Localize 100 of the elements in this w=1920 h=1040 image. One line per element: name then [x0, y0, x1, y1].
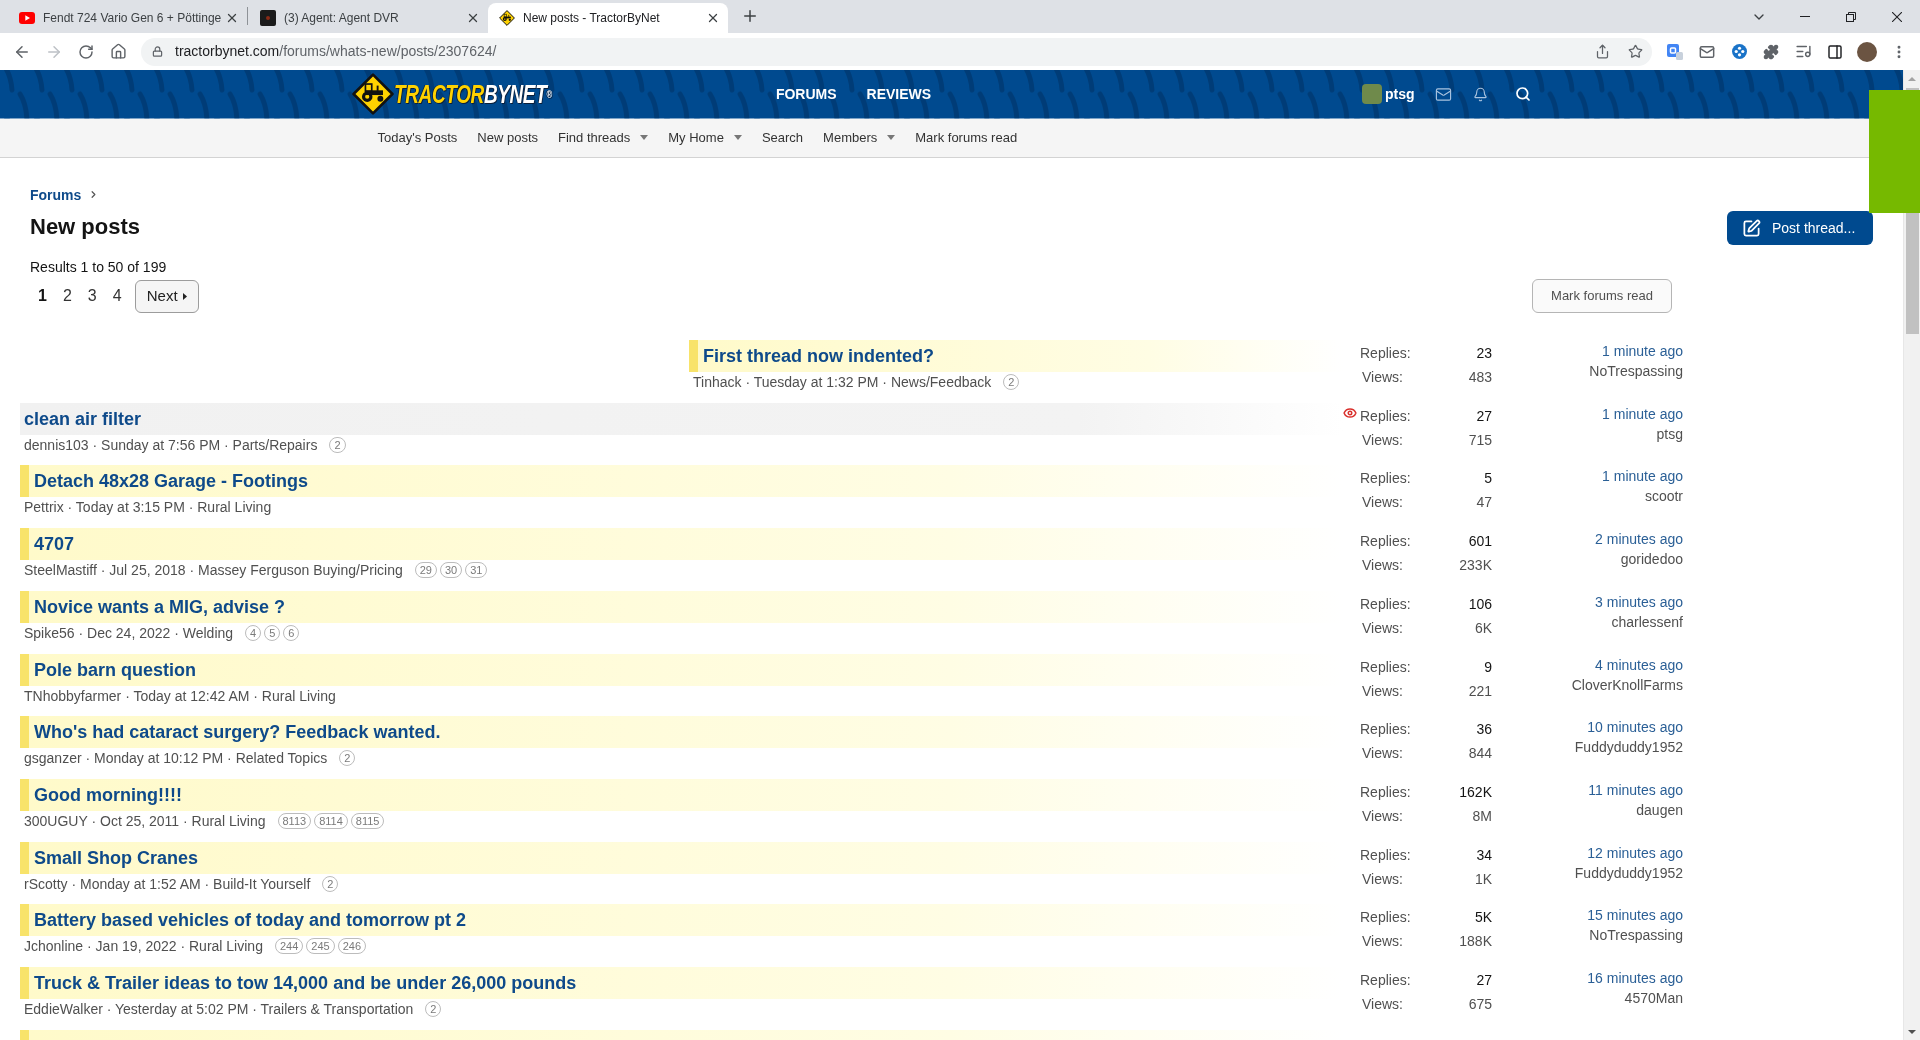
stat-value: 8M — [1472, 807, 1492, 826]
nav-link[interactable]: FORUMS — [760, 83, 852, 105]
page-link[interactable]: 1 — [30, 284, 55, 308]
stat-label: Views: — [1362, 430, 1403, 449]
thread-title-link[interactable]: Battery based vehicles of today and tomorrow pt 2 — [34, 909, 467, 932]
bell-icon[interactable] — [1472, 86, 1488, 102]
breadcrumb-link[interactable]: Forums — [30, 185, 82, 204]
page-link[interactable]: 4 — [104, 284, 130, 308]
last-post-time-link[interactable]: 4 minutes ago — [1595, 655, 1683, 674]
nav-link[interactable]: REVIEWS — [851, 83, 947, 105]
last-poster-link[interactable]: 4570Man — [1624, 989, 1683, 1008]
home-icon — [109, 43, 127, 60]
last-post-time-link[interactable]: 1 minute ago — [1602, 342, 1683, 360]
last-post-time-link[interactable]: 12 minutes ago — [1587, 843, 1683, 862]
nav-link[interactable]: Search — [751, 128, 814, 148]
stat-label: Replies: — [1360, 845, 1411, 864]
last-poster-link[interactable]: NoTrespassing — [1589, 362, 1683, 380]
thread-meta: TNhobbyfarmer · Today at 12:42 AM · Rural Living — [24, 686, 336, 705]
thread-meta: EddieWalker · Yesterday at 5:02 PM · Trailers & Transportation — [24, 1000, 414, 1019]
stat-label: Replies: — [1360, 783, 1411, 802]
last-poster-link[interactable]: ptsg — [1656, 424, 1683, 443]
last-poster-link[interactable]: daugen — [1636, 801, 1683, 820]
next-page-button[interactable]: Next — [134, 279, 199, 313]
thread-title-link[interactable]: Pole barn question — [34, 658, 197, 681]
restore-icon — [1846, 11, 1856, 22]
browser-tab[interactable]: Fendt 724 Vario Gen 6 + Pöttinge — [7, 3, 247, 33]
last-post-time-link[interactable]: 16 minutes ago — [1587, 969, 1683, 988]
last-post-time-link[interactable]: 3 minutes ago — [1595, 592, 1683, 611]
stat-label: Replies: — [1360, 406, 1411, 425]
stat-value: 5 — [1484, 469, 1492, 488]
last-post-time-link[interactable]: 10 minutes ago — [1587, 718, 1683, 737]
post-thread-button[interactable]: Post thread... — [1727, 211, 1873, 245]
address-bar[interactable]: tractorbynet.com/forums/whats-new/posts/2307624/ — [141, 37, 1652, 66]
tractor-sign-icon — [499, 10, 515, 26]
close-icon[interactable] — [466, 11, 480, 25]
thread-title-link[interactable]: Truck & Trailer ideas to tow 14,000 and be under 26,000 pounds — [34, 972, 577, 995]
last-poster-link[interactable]: CloverKnollFarms — [1571, 675, 1683, 694]
reload-icon — [78, 43, 94, 60]
share-icon — [1594, 44, 1610, 59]
last-poster-link[interactable]: Fuddyduddy1952 — [1574, 863, 1683, 882]
edit-icon — [1742, 218, 1761, 238]
last-post-time-link[interactable]: 11 minutes ago — [1588, 781, 1683, 800]
stat-value: 221 — [1468, 681, 1492, 700]
mail-icon[interactable] — [1434, 85, 1452, 103]
thread-meta: SteelMastiff · Jul 25, 2018 · Massey Ferguson Buying/Pricing — [24, 561, 403, 580]
nav-link[interactable]: My Home — [658, 128, 752, 148]
thread-title-link[interactable]: First thread now indented? — [703, 345, 934, 367]
down-arrow-icon[interactable] — [1908, 1030, 1916, 1034]
last-post-time-link[interactable]: 1 minute ago — [1602, 467, 1683, 486]
stat-label: Replies: — [1360, 908, 1411, 927]
stat-label: Views: — [1362, 995, 1403, 1014]
logo-text: TRACTORBYNET$^{®}$ — [393, 80, 552, 109]
nav-link[interactable]: Mark forums read — [905, 128, 1028, 148]
browser-tab[interactable]: (3) Agent: Agent DVR — [248, 3, 488, 33]
plus-icon — [741, 7, 759, 25]
last-poster-link[interactable]: charlessenf — [1611, 612, 1683, 631]
thread-title-link[interactable]: 4707 — [34, 533, 75, 556]
results-count: Results 1 to 50 of 199 — [30, 257, 167, 276]
browser-tab[interactable]: New posts - TractorByNet — [488, 3, 728, 33]
nav-link[interactable]: Find threads — [548, 128, 659, 148]
thread-title-link[interactable]: Who's had cataract surgery? Feedback wanted. — [34, 721, 441, 744]
thread-title-link[interactable]: Novice wants a MIG, advise ? — [34, 595, 286, 618]
last-poster-link[interactable]: goridedoo — [1620, 550, 1683, 569]
nav-link[interactable]: Today's Posts — [367, 128, 468, 148]
minimize-icon — [1800, 16, 1810, 17]
stat-value: 601 — [1468, 532, 1492, 551]
stat-value: 675 — [1468, 995, 1492, 1014]
stat-label: Views: — [1362, 869, 1403, 888]
mark-forums-read-button[interactable]: Mark forums read — [1532, 279, 1672, 313]
last-poster-link[interactable]: Fuddyduddy1952 — [1574, 738, 1683, 757]
thread-title-link[interactable]: Detach 48x28 Garage - Footings — [34, 470, 309, 493]
page-link[interactable]: 3 — [79, 284, 105, 308]
last-post-time-link[interactable]: 1 minute ago — [1602, 404, 1683, 423]
close-icon[interactable] — [706, 11, 720, 25]
page-title: New posts — [30, 213, 141, 240]
stat-label: Replies: — [1360, 469, 1411, 488]
stat-value: 162K — [1459, 783, 1492, 802]
nav-link[interactable]: New posts — [467, 128, 548, 148]
nav-link[interactable]: Members — [813, 128, 906, 148]
search-icon[interactable] — [1514, 86, 1531, 103]
stat-value: 36 — [1476, 720, 1492, 739]
page-link[interactable]: 2 — [54, 284, 80, 308]
stat-label: Replies: — [1360, 720, 1411, 739]
stat-value: 5K — [1474, 908, 1492, 927]
close-icon[interactable] — [225, 11, 239, 25]
thread-meta: dennis103 · Sunday at 7:56 PM · Parts/Repairs — [24, 435, 318, 454]
last-poster-link[interactable]: scootr — [1644, 487, 1683, 506]
thread-meta: Tinhack · Tuesday at 1:32 PM · News/Feedback — [693, 373, 992, 391]
last-post-time-link[interactable]: 15 minutes ago — [1587, 906, 1683, 925]
stat-label: Views: — [1362, 932, 1403, 951]
thread-title-link[interactable]: clean air filter — [24, 407, 142, 430]
last-post-time-link[interactable]: 2 minutes ago — [1595, 530, 1683, 549]
thread-title-link[interactable]: Small Shop Cranes — [34, 846, 199, 869]
stat-value: 715 — [1468, 430, 1492, 449]
side-panel-icon — [1827, 43, 1843, 60]
stat-value: 6K — [1474, 618, 1492, 637]
user-menu-link[interactable]: ptsg — [1361, 83, 1415, 105]
thread-title-link[interactable]: Good morning!!!! — [34, 784, 182, 807]
thread-meta: Pettrix · Today at 3:15 PM · Rural Living — [24, 498, 272, 517]
last-poster-link[interactable]: NoTrespassing — [1589, 926, 1683, 945]
